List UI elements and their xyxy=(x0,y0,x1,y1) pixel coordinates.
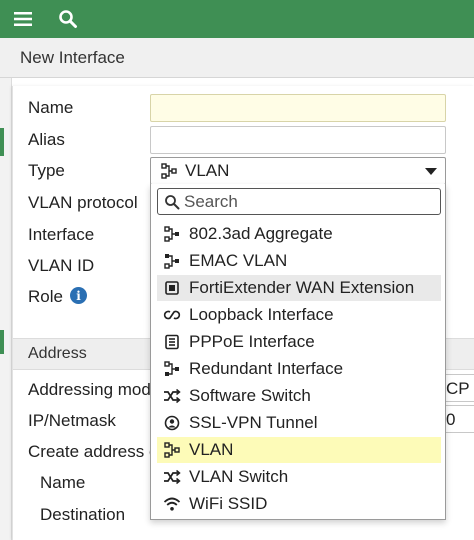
dropdown-option[interactable]: Redundant Interface xyxy=(157,356,441,382)
panel-header: New Interface xyxy=(0,38,474,78)
dropdown-search-input[interactable] xyxy=(184,191,434,212)
ssl-vpn-icon xyxy=(163,414,181,432)
alias-label: Alias xyxy=(28,130,65,149)
create-address-object-label: Create address ob xyxy=(28,442,168,461)
fortiextender-icon xyxy=(163,279,181,297)
name-field[interactable] xyxy=(150,94,446,122)
dropdown-option-label: 802.3ad Aggregate xyxy=(189,224,333,243)
emac-vlan-icon xyxy=(163,252,181,270)
vlan-protocol-label: VLAN protocol xyxy=(28,193,138,212)
info-icon[interactable]: i xyxy=(70,287,87,304)
pppoe-icon xyxy=(163,333,181,351)
dropdown-option[interactable]: 802.3ad Aggregate xyxy=(157,221,441,247)
redundant-icon xyxy=(163,360,181,378)
dropdown-option-label: WiFi SSID xyxy=(189,494,268,513)
dropdown-option-label: Redundant Interface xyxy=(189,359,344,378)
software-switch-icon xyxy=(163,387,181,405)
dropdown-option-label: VLAN Switch xyxy=(189,467,289,486)
dropdown-option-label: PPPoE Interface xyxy=(189,332,315,351)
dropdown-option[interactable]: VLAN xyxy=(157,437,441,463)
chevron-down-icon xyxy=(425,168,437,175)
dropdown-option[interactable]: Software Switch xyxy=(157,383,441,409)
dropdown-option[interactable]: SSL-VPN Tunnel xyxy=(157,410,441,436)
type-select-value: VLAN xyxy=(185,161,230,180)
loopback-icon xyxy=(163,306,181,324)
type-select[interactable]: VLAN xyxy=(150,157,446,185)
left-nav-strip xyxy=(0,38,12,540)
nav-indicator xyxy=(0,128,4,156)
dropdown-option-label: EMAC VLAN xyxy=(189,251,288,270)
role-label: Role xyxy=(28,287,63,306)
addressing-mode-value: CP xyxy=(446,379,470,398)
dropdown-option-label: VLAN xyxy=(189,440,234,459)
vlan-icon xyxy=(161,163,177,179)
ip-netmask-label: IP/Netmask xyxy=(28,411,116,430)
top-bar xyxy=(0,0,474,38)
dropdown-option[interactable]: VLAN Switch xyxy=(157,464,441,490)
dropdown-option[interactable]: EMAC VLAN xyxy=(157,248,441,274)
vlan-id-label: VLAN ID xyxy=(28,256,95,275)
nav-indicator xyxy=(0,330,4,354)
page-title: New Interface xyxy=(20,48,125,67)
addressing-mode-label: Addressing mode xyxy=(28,380,161,399)
alias-field[interactable] xyxy=(150,126,446,154)
wifi-icon xyxy=(163,495,181,513)
menu-icon[interactable] xyxy=(10,6,36,32)
dropdown-search[interactable] xyxy=(157,188,441,215)
destination-label: Destination xyxy=(40,505,126,524)
dropdown-option-label: Loopback Interface xyxy=(189,305,334,324)
dropdown-option[interactable]: FortiExtender WAN Extension xyxy=(157,275,441,301)
ip-netmask-value: 0 xyxy=(446,410,456,429)
type-label: Type xyxy=(28,161,65,180)
vlan-icon xyxy=(163,441,181,459)
search-icon[interactable] xyxy=(55,6,81,32)
interface-label: Interface xyxy=(28,225,95,244)
type-dropdown: 802.3ad Aggregate EMAC VLAN FortiExtender … xyxy=(150,184,446,520)
address-section-title: Address xyxy=(28,345,87,362)
dropdown-option-label: SSL-VPN Tunnel xyxy=(189,413,318,432)
address-name-label: Name xyxy=(40,473,86,492)
vlan-switch-icon xyxy=(163,468,181,486)
dropdown-option[interactable]: WiFi SSID xyxy=(157,491,441,517)
aggregate-icon xyxy=(163,225,181,243)
dropdown-option-label: FortiExtender WAN Extension xyxy=(189,278,415,297)
dropdown-option-label: Software Switch xyxy=(189,386,311,405)
dropdown-option[interactable]: PPPoE Interface xyxy=(157,329,441,355)
dropdown-option[interactable]: Loopback Interface xyxy=(157,302,441,328)
search-icon xyxy=(165,194,180,209)
name-label: Name xyxy=(28,98,74,117)
